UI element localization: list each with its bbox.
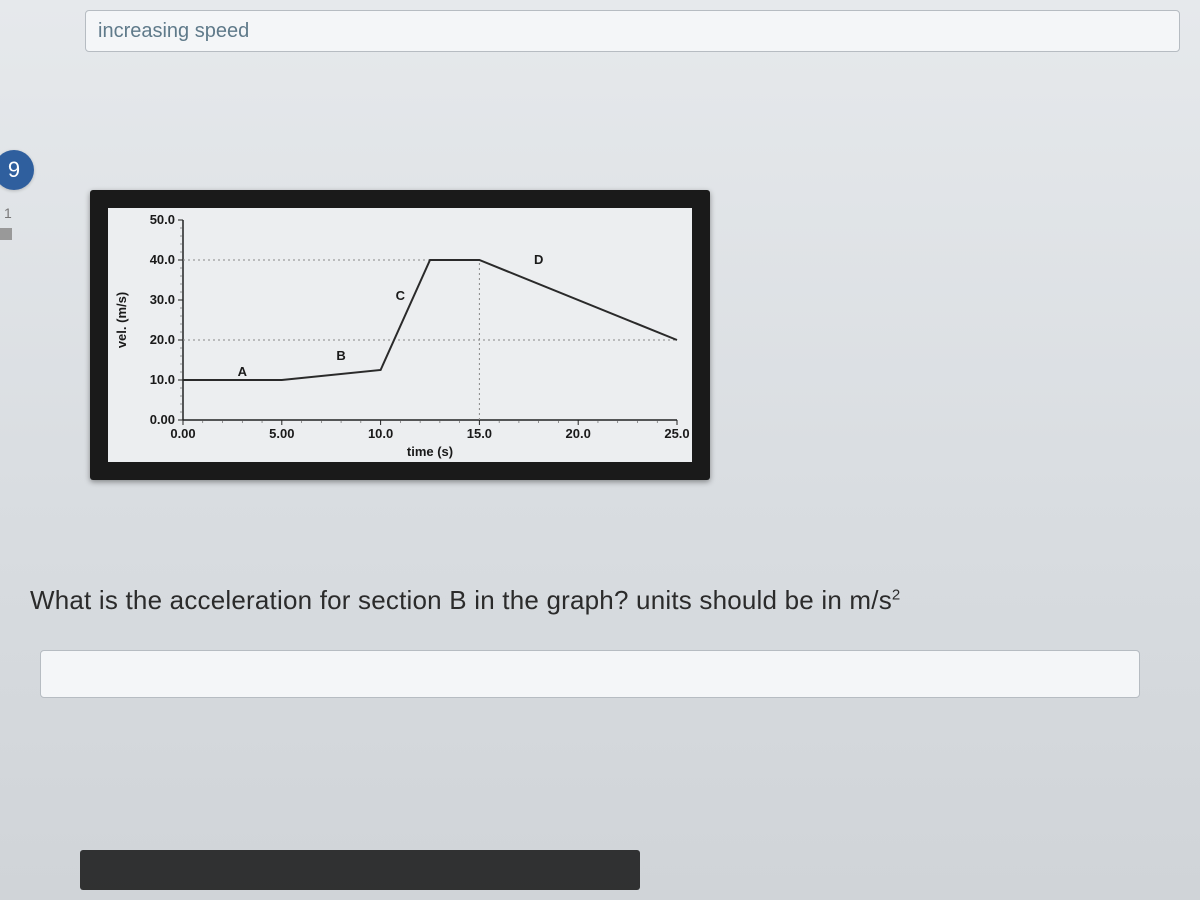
svg-text:C: C — [396, 288, 406, 303]
question-gutter: 9 1 — [0, 0, 60, 900]
svg-text:D: D — [534, 252, 543, 267]
previous-answer-dropdown[interactable]: increasing speed — [85, 10, 1180, 52]
svg-text:20.0: 20.0 — [150, 332, 175, 347]
svg-text:5.00: 5.00 — [269, 426, 294, 441]
svg-text:vel. (m/s): vel. (m/s) — [114, 292, 129, 348]
svg-text:25.0: 25.0 — [664, 426, 689, 441]
previous-answer-text: increasing speed — [98, 20, 249, 43]
svg-text:A: A — [238, 364, 248, 379]
svg-text:50.0: 50.0 — [150, 212, 175, 227]
next-block-preview — [80, 850, 640, 890]
page: 9 1 increasing speed 0.00 10.0 20.0 30.0 40.… — [0, 0, 1200, 900]
svg-text:40.0: 40.0 — [150, 252, 175, 267]
svg-text:B: B — [336, 348, 345, 363]
velocity-time-chart: 0.00 10.0 20.0 30.0 40.0 50.0 0.00 5.00 10.0 15.0… — [108, 208, 692, 462]
question-text: What is the acceleration for section B i… — [30, 585, 1160, 616]
question-number-badge[interactable]: 9 — [0, 150, 34, 190]
svg-text:0.00: 0.00 — [170, 426, 195, 441]
answer-input[interactable] — [40, 650, 1140, 698]
gutter-mark: 1 — [4, 205, 12, 221]
svg-text:20.0: 20.0 — [566, 426, 591, 441]
svg-text:time (s): time (s) — [407, 444, 453, 459]
svg-text:15.0: 15.0 — [467, 426, 492, 441]
svg-text:10.0: 10.0 — [368, 426, 393, 441]
svg-text:0.00: 0.00 — [150, 412, 175, 427]
gutter-icon — [0, 228, 12, 240]
graph-frame: 0.00 10.0 20.0 30.0 40.0 50.0 0.00 5.00 10.0 15.0… — [90, 190, 710, 480]
svg-text:30.0: 30.0 — [150, 292, 175, 307]
graph-canvas: 0.00 10.0 20.0 30.0 40.0 50.0 0.00 5.00 10.0 15.0… — [108, 208, 692, 462]
svg-text:10.0: 10.0 — [150, 372, 175, 387]
